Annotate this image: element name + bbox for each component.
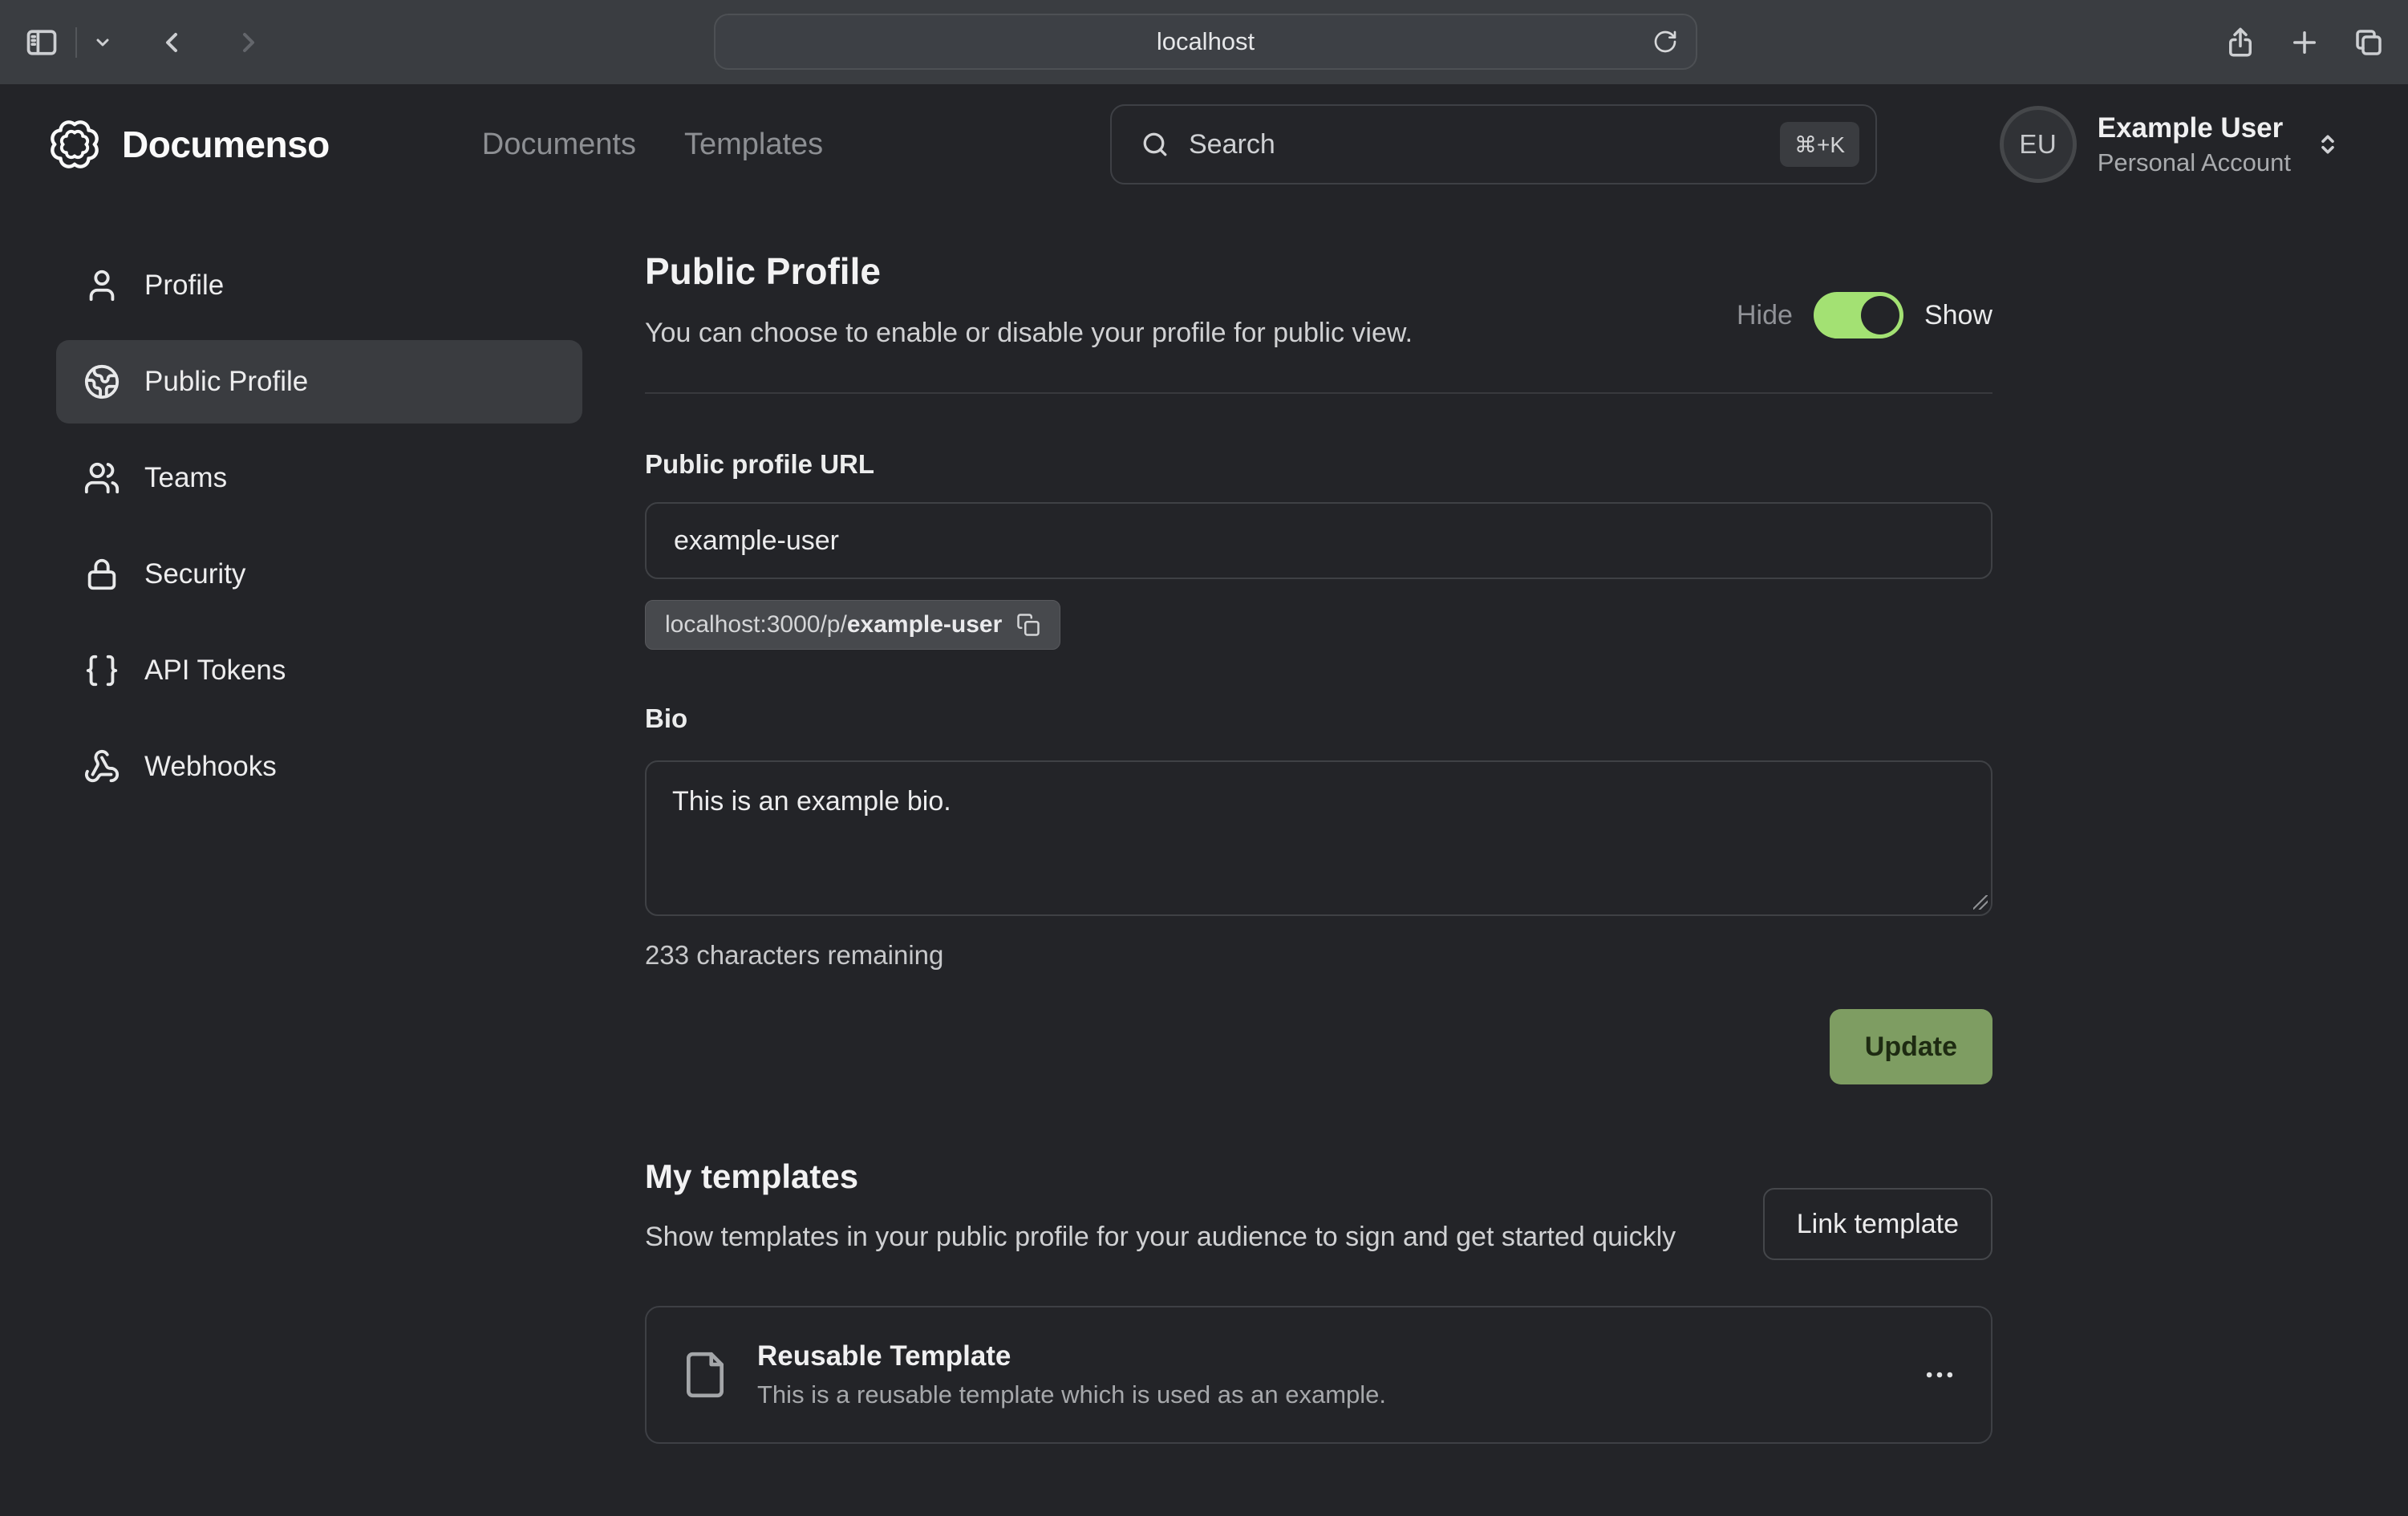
update-button[interactable]: Update	[1830, 1009, 1992, 1084]
sidebar-item-label: Security	[144, 558, 245, 590]
my-templates-description: Show templates in your public profile fo…	[645, 1216, 1676, 1258]
new-tab-icon[interactable]	[2288, 26, 2321, 59]
sidebar-item-security[interactable]: Security	[56, 533, 582, 616]
link-template-button[interactable]: Link template	[1763, 1188, 1992, 1260]
braces-icon	[83, 652, 120, 689]
address-bar[interactable]: localhost	[714, 14, 1697, 70]
section-divider	[645, 392, 1992, 394]
toggle-knob	[1861, 296, 1899, 334]
forward-icon[interactable]	[233, 26, 265, 59]
address-url: localhost	[1157, 27, 1255, 56]
user-icon	[83, 267, 120, 304]
characters-remaining: 233 characters remaining	[645, 938, 1992, 973]
sidebar-toggle-icon[interactable]	[24, 25, 59, 60]
page-subtitle: You can choose to enable or disable your…	[645, 314, 1413, 352]
sidebar-menu-chevron-down-icon[interactable]	[93, 33, 112, 52]
search-input[interactable]	[1189, 129, 1761, 160]
sidebar-item-public-profile[interactable]: Public Profile	[56, 340, 582, 424]
profile-url-label: Public profile URL	[645, 447, 1992, 482]
bio-label: Bio	[645, 701, 1992, 736]
show-label: Show	[1924, 300, 1992, 331]
documenso-logo-icon	[48, 118, 101, 171]
ellipsis-menu-icon[interactable]	[1922, 1357, 1957, 1392]
bio-textarea[interactable]: This is an example bio.	[645, 760, 1992, 916]
search-shortcut-badge: ⌘+K	[1780, 122, 1859, 167]
users-icon	[83, 460, 120, 497]
chevrons-up-down-icon	[2313, 130, 2342, 159]
page-title: Public Profile	[645, 248, 1413, 294]
browser-toolbar: localhost	[0, 0, 2408, 84]
account-name: Example User	[2098, 110, 2291, 147]
sidebar-item-label: API Tokens	[144, 655, 286, 687]
globe-icon	[83, 363, 120, 400]
account-menu[interactable]: EU Example User Personal Account	[2000, 106, 2342, 183]
my-templates-title: My templates	[645, 1155, 1676, 1198]
account-type: Personal Account	[2098, 147, 2291, 179]
file-icon	[680, 1350, 730, 1400]
back-icon[interactable]	[156, 26, 188, 59]
hide-label: Hide	[1737, 300, 1793, 331]
share-icon[interactable]	[2224, 26, 2257, 59]
settings-sidebar: Profile Public Profile Teams	[0, 205, 645, 1444]
sidebar-item-label: Teams	[144, 462, 227, 494]
sidebar-item-webhooks[interactable]: Webhooks	[56, 725, 582, 809]
app-header: Documenso Documents Templates ⌘+K EU Exa…	[0, 84, 2408, 205]
webhook-icon	[83, 748, 120, 785]
sidebar-item-label: Profile	[144, 270, 224, 302]
nav-documents[interactable]: Documents	[482, 128, 636, 162]
profile-url-preview: localhost:3000/p/example-user	[645, 600, 1060, 650]
profile-visibility-toggle[interactable]	[1814, 292, 1903, 338]
reload-icon[interactable]	[1652, 29, 1678, 55]
template-title: Reusable Template	[757, 1338, 1386, 1375]
sidebar-item-label: Public Profile	[144, 366, 308, 398]
search-icon	[1141, 130, 1170, 159]
tab-overview-icon[interactable]	[2352, 26, 2386, 59]
main-content: Public Profile You can choose to enable …	[645, 205, 1992, 1444]
avatar: EU	[2000, 106, 2077, 183]
sidebar-item-api-tokens[interactable]: API Tokens	[56, 629, 582, 712]
sidebar-item-label: Webhooks	[144, 751, 277, 783]
copy-icon[interactable]	[1016, 613, 1040, 637]
profile-url-input[interactable]	[645, 502, 1992, 579]
top-nav: Documents Templates	[482, 128, 823, 162]
sidebar-item-profile[interactable]: Profile	[56, 244, 582, 327]
profile-url-preview-text: localhost:3000/p/example-user	[665, 611, 1002, 638]
toolbar-divider	[75, 27, 77, 58]
template-description: This is a reusable template which is use…	[757, 1378, 1386, 1412]
lock-icon	[83, 556, 120, 593]
template-card: Reusable Template This is a reusable tem…	[645, 1306, 1992, 1444]
account-info: Example User Personal Account	[2098, 110, 2291, 179]
search-box[interactable]: ⌘+K	[1110, 104, 1877, 184]
brand-name: Documenso	[122, 123, 330, 166]
brand[interactable]: Documenso	[48, 118, 330, 171]
nav-templates[interactable]: Templates	[684, 128, 823, 162]
sidebar-item-teams[interactable]: Teams	[56, 436, 582, 520]
resize-grip[interactable]	[1973, 895, 1988, 910]
